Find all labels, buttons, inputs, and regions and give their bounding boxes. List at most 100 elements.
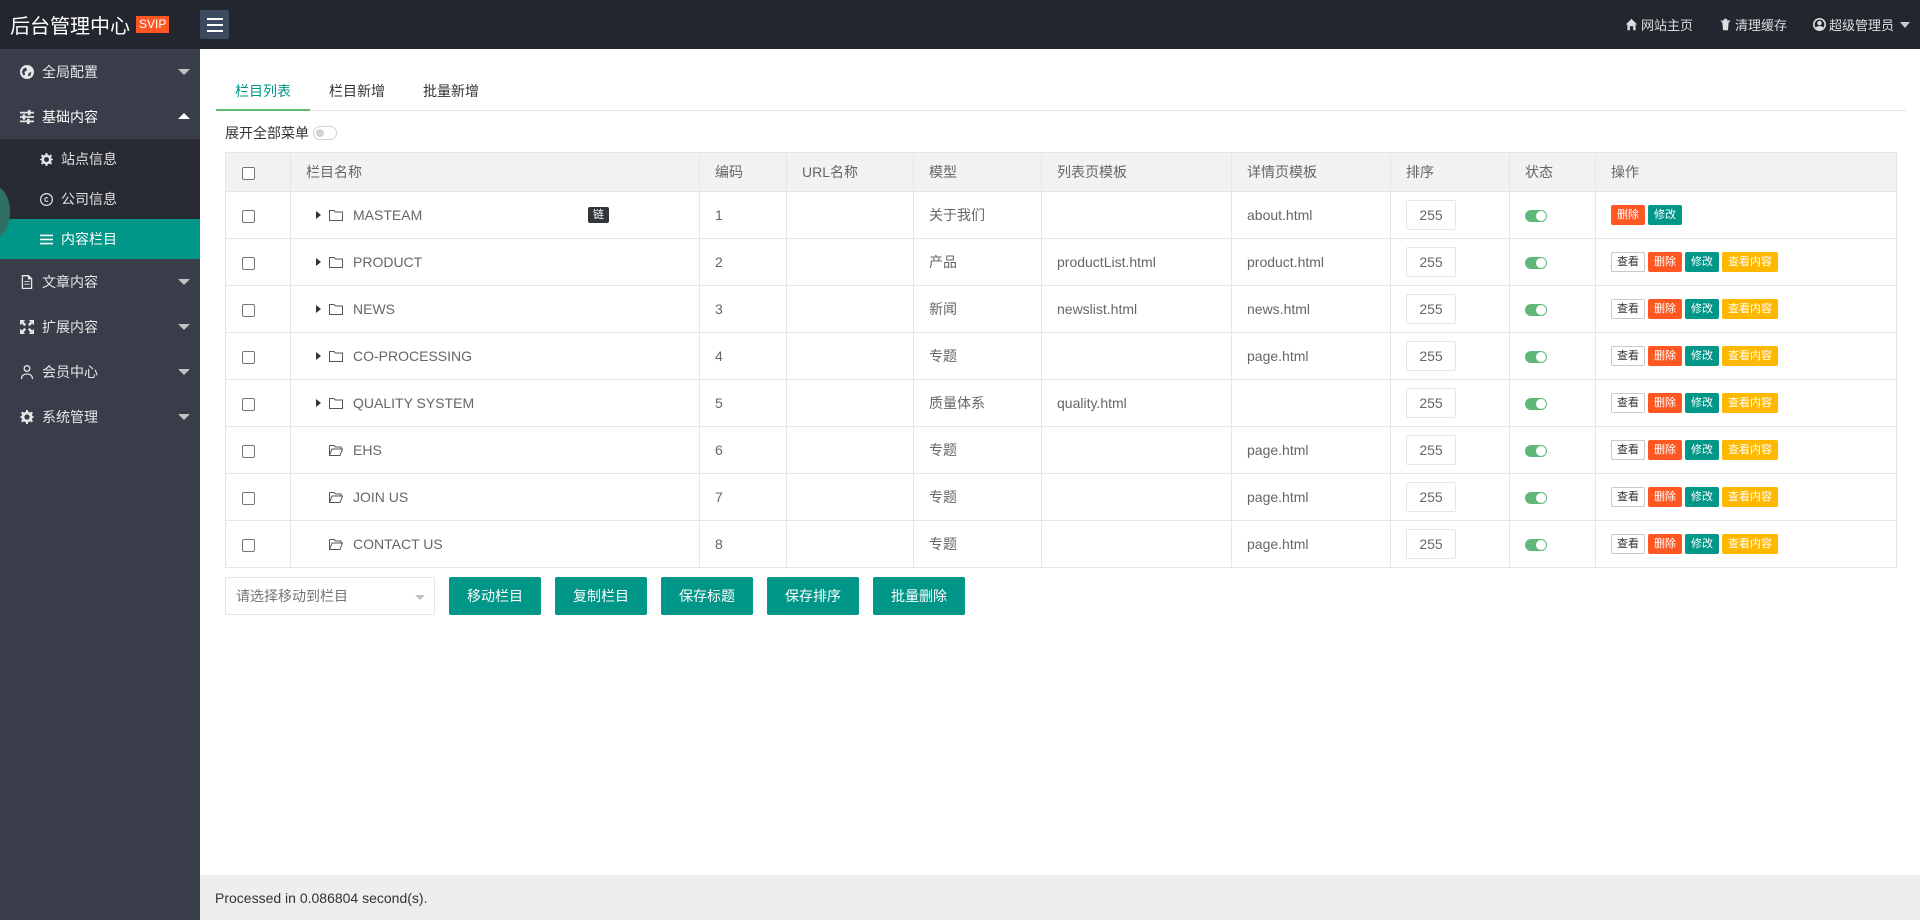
delete-button[interactable]: 删除: [1648, 487, 1682, 507]
edit-button[interactable]: 修改: [1685, 440, 1719, 460]
view-content-button[interactable]: 查看内容: [1722, 299, 1778, 319]
column-name[interactable]: EHS: [353, 442, 382, 458]
row-checkbox[interactable]: [242, 256, 255, 270]
tab-column-list[interactable]: 栏目列表: [216, 71, 310, 111]
expand-toggle-icon[interactable]: [316, 399, 321, 407]
row-checkbox[interactable]: [242, 491, 255, 505]
row-checkbox[interactable]: [242, 538, 255, 552]
ops-cell: 查看 删除 修改 查看内容: [1595, 473, 1897, 521]
sidebar-item-basic-content[interactable]: 基础内容: [0, 94, 200, 139]
sidebar-item-article-content[interactable]: 文章内容: [0, 259, 200, 304]
status-toggle[interactable]: [1525, 210, 1547, 223]
sidebar-item-global-config[interactable]: 全局配置: [0, 49, 200, 94]
delete-button[interactable]: 删除: [1648, 534, 1682, 554]
view-button[interactable]: 查看: [1611, 440, 1645, 460]
expand-toggle-icon[interactable]: [316, 305, 321, 313]
user-menu[interactable]: 超级管理员: [1812, 15, 1910, 34]
sort-input[interactable]: [1406, 388, 1456, 418]
column-name[interactable]: PRODUCT: [353, 254, 422, 270]
view-content-button[interactable]: 查看内容: [1722, 487, 1778, 507]
expand-all-switch[interactable]: [313, 126, 337, 140]
edit-button[interactable]: 修改: [1685, 393, 1719, 413]
tab-column-add[interactable]: 栏目新增: [310, 71, 404, 110]
move-target-select[interactable]: 请选择移动到栏目: [225, 577, 435, 615]
column-name[interactable]: JOIN US: [353, 489, 408, 505]
view-content-button[interactable]: 查看内容: [1722, 393, 1778, 413]
sidebar-subitem-site-info[interactable]: 站点信息: [0, 139, 200, 179]
save-title-button[interactable]: 保存标题: [661, 577, 753, 615]
column-name[interactable]: QUALITY SYSTEM: [353, 395, 474, 411]
row-select-cell: [225, 473, 291, 521]
delete-button[interactable]: 删除: [1648, 299, 1682, 319]
delete-button[interactable]: 删除: [1648, 346, 1682, 366]
status-toggle[interactable]: [1525, 351, 1547, 364]
delete-button[interactable]: 删除: [1648, 440, 1682, 460]
view-button[interactable]: 查看: [1611, 346, 1645, 366]
edit-button[interactable]: 修改: [1685, 346, 1719, 366]
move-column-button[interactable]: 移动栏目: [449, 577, 541, 615]
sort-input[interactable]: [1406, 247, 1456, 277]
site-home-link[interactable]: 网站主页: [1625, 15, 1693, 34]
delete-button[interactable]: 删除: [1648, 393, 1682, 413]
view-button[interactable]: 查看: [1611, 252, 1645, 272]
view-content-button[interactable]: 查看内容: [1722, 346, 1778, 366]
menu-toggle-button[interactable]: [200, 10, 229, 39]
status-toggle[interactable]: [1525, 398, 1547, 411]
edit-button[interactable]: 修改: [1685, 534, 1719, 554]
sort-input[interactable]: [1406, 529, 1456, 559]
select-all-checkbox[interactable]: [242, 166, 255, 180]
column-name[interactable]: CO-PROCESSING: [353, 348, 472, 364]
view-button[interactable]: 查看: [1611, 534, 1645, 554]
edit-button[interactable]: 修改: [1685, 252, 1719, 272]
edit-button[interactable]: 修改: [1685, 487, 1719, 507]
view-button[interactable]: 查看: [1611, 299, 1645, 319]
sort-input[interactable]: [1406, 341, 1456, 371]
row-checkbox[interactable]: [242, 303, 255, 317]
folder-icon: [329, 398, 343, 409]
delete-button[interactable]: 删除: [1611, 205, 1645, 225]
copy-column-button[interactable]: 复制栏目: [555, 577, 647, 615]
sidebar-item-system-management[interactable]: 系统管理: [0, 394, 200, 439]
column-name[interactable]: CONTACT US: [353, 536, 443, 552]
row-checkbox[interactable]: [242, 444, 255, 458]
status-toggle[interactable]: [1525, 492, 1547, 505]
view-button[interactable]: 查看: [1611, 393, 1645, 413]
edit-button[interactable]: 修改: [1685, 299, 1719, 319]
row-checkbox[interactable]: [242, 209, 255, 223]
view-content-button[interactable]: 查看内容: [1722, 440, 1778, 460]
sort-input[interactable]: [1406, 200, 1456, 230]
delete-button[interactable]: 删除: [1648, 252, 1682, 272]
table-row: NEWS 3 新闻newslist.htmlnews.html 查看删除修改查看内容: [225, 285, 1897, 333]
batch-actions-bar: 请选择移动到栏目 移动栏目 复制栏目 保存标题 保存排序 批量删除: [225, 577, 965, 615]
sort-input[interactable]: [1406, 435, 1456, 465]
sidebar-item-extend-content[interactable]: 扩展内容: [0, 304, 200, 349]
save-sort-button[interactable]: 保存排序: [767, 577, 859, 615]
edit-button[interactable]: 修改: [1648, 205, 1682, 225]
status-toggle[interactable]: [1525, 257, 1547, 270]
column-name[interactable]: MASTEAM: [353, 207, 422, 223]
batch-delete-button[interactable]: 批量删除: [873, 577, 965, 615]
sort-input[interactable]: [1406, 294, 1456, 324]
sort-input[interactable]: [1406, 482, 1456, 512]
status-toggle[interactable]: [1525, 304, 1547, 317]
logo[interactable]: 后台管理中心 SVIP: [0, 0, 200, 49]
sidebar-item-member-center[interactable]: 会员中心: [0, 349, 200, 394]
view-content-button[interactable]: 查看内容: [1722, 252, 1778, 272]
expand-toggle-icon[interactable]: [316, 211, 321, 219]
sidebar-subitem-content-columns[interactable]: 内容栏目: [0, 219, 200, 259]
status-toggle[interactable]: [1525, 445, 1547, 458]
row-checkbox[interactable]: [242, 397, 255, 411]
expand-toggle-icon[interactable]: [316, 258, 321, 266]
clear-cache-link[interactable]: 清理缓存: [1719, 15, 1787, 34]
view-content-button[interactable]: 查看内容: [1722, 534, 1778, 554]
folder-icon: [329, 210, 343, 221]
row-checkbox[interactable]: [242, 350, 255, 364]
expand-toggle-icon[interactable]: [316, 352, 321, 360]
column-name[interactable]: NEWS: [353, 301, 395, 317]
name-cell: EHS: [290, 426, 700, 474]
tab-batch-add[interactable]: 批量新增: [404, 71, 498, 110]
status-toggle[interactable]: [1525, 539, 1547, 552]
url-cell: [786, 238, 914, 286]
sidebar-subitem-company-info[interactable]: 公司信息: [0, 179, 200, 219]
view-button[interactable]: 查看: [1611, 487, 1645, 507]
